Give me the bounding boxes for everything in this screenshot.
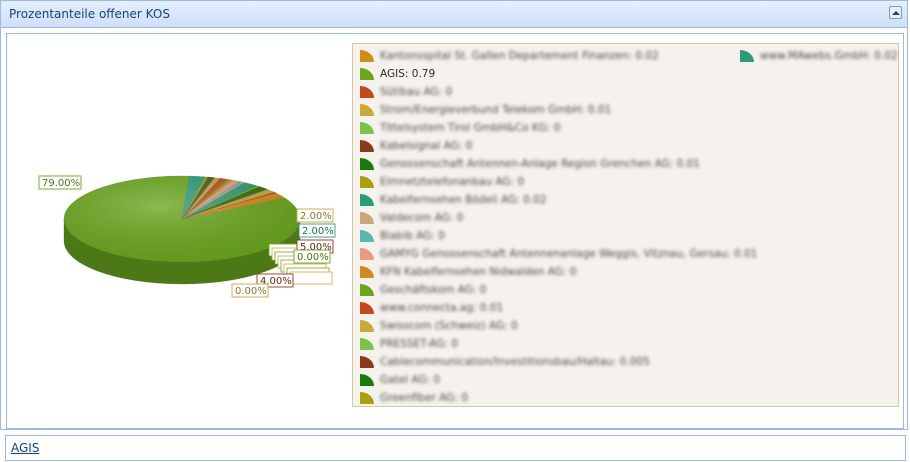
chart-area: 79.00% 2.00% 2.00% 5.00% 0.00% 4.00% 0.00% Kan… bbox=[6, 33, 904, 429]
legend-swatch-icon bbox=[360, 320, 374, 332]
chevron-up-icon bbox=[892, 11, 900, 15]
pie-chart: 79.00%2.00%2.00%5.00%0.00%4.00%0.00% bbox=[38, 175, 336, 298]
legend-swatch-icon bbox=[360, 176, 374, 188]
legend-label: Kabelsignal AG: 0 bbox=[380, 140, 473, 152]
legend-swatch-icon bbox=[360, 194, 374, 206]
legend-label: Swisscom (Schweiz) AG: 0 bbox=[380, 320, 518, 332]
legend-label: Gatel AG: 0 bbox=[380, 374, 441, 386]
legend-label: KFN Kabelfernsehen Nidwalden AG: 0 bbox=[380, 266, 577, 278]
legend-label: Elmnetztelefonanbau AG: 0 bbox=[380, 176, 525, 188]
legend-label: AGIS: 0.79 bbox=[380, 68, 436, 80]
legend-label: Kabelfernsehen Bödeli AG: 0.02 bbox=[380, 194, 547, 206]
data-label: 2.00% bbox=[300, 211, 332, 222]
legend-swatch-icon bbox=[360, 374, 374, 386]
legend-swatch-icon bbox=[360, 86, 374, 98]
legend-swatch-icon bbox=[360, 68, 374, 80]
legend-swatch-icon bbox=[360, 104, 374, 116]
legend-label: Tittelsystem Tirol GmbH&Co KG: 0 bbox=[380, 122, 561, 134]
legend-label: Kantonsspital St. Gallen Departement Fin… bbox=[380, 50, 659, 62]
panel-header: Prozentanteile offener KOS bbox=[1, 1, 907, 28]
agis-link[interactable]: AGIS bbox=[11, 441, 39, 455]
legend-label: Greenfiber AG: 0 bbox=[380, 392, 468, 404]
legend-swatch-icon bbox=[360, 140, 374, 152]
legend-swatch-icon bbox=[360, 50, 374, 62]
legend-swatch-icon bbox=[360, 158, 374, 170]
legend-label: PRESSET-AG: 0 bbox=[380, 338, 458, 350]
legend-swatch-icon bbox=[360, 302, 374, 314]
legend-swatch-icon bbox=[360, 212, 374, 224]
legend-swatch-icon bbox=[360, 392, 374, 404]
chart-panel: Prozentanteile offener KOS 79.00% 2.00% 2.… bbox=[0, 0, 908, 430]
legend-label: Cablecommunication/Investitionsbau/Halta… bbox=[380, 356, 650, 368]
legend-label: Sütibau AG: 0 bbox=[380, 86, 453, 98]
legend-swatch-icon bbox=[740, 50, 754, 62]
data-label: 2.00% bbox=[302, 226, 334, 237]
legend-label: Strom/Energieverbund Telekom GmbH: 0.01 bbox=[380, 104, 612, 116]
legend-swatch-icon bbox=[360, 338, 374, 350]
legend-label: Valdecom AG: 0 bbox=[380, 212, 464, 224]
legend-label: Biabib AG: 0 bbox=[380, 230, 445, 242]
data-label: 0.00% bbox=[235, 286, 267, 297]
data-label: 79.00% bbox=[42, 178, 80, 189]
pie-top bbox=[63, 175, 301, 263]
data-label: 0.00% bbox=[297, 252, 329, 263]
legend-swatch-icon bbox=[360, 284, 374, 296]
overlapping-label-box bbox=[289, 271, 333, 285]
panel-title: Prozentanteile offener KOS bbox=[9, 7, 170, 21]
legend-label: www.MAwebs.GmbH: 0.02 bbox=[760, 50, 898, 62]
legend-label: GAMYG Genossenschaft Antennenanlage Wegg… bbox=[380, 248, 758, 260]
legend-swatch-icon bbox=[360, 230, 374, 242]
legend-swatch-icon bbox=[360, 356, 374, 368]
legend-label: Genossenschaft Antennen-Anlage Region Gr… bbox=[380, 158, 700, 170]
legend-label: Geschäftskom AG: 0 bbox=[380, 284, 487, 296]
collapse-button[interactable] bbox=[889, 6, 902, 19]
footer-bar: AGIS bbox=[5, 435, 906, 461]
legend-swatch-icon bbox=[360, 248, 374, 260]
legend-swatch-icon bbox=[360, 266, 374, 278]
legend-label: www.connecta.ag: 0.01 bbox=[380, 302, 504, 314]
legend-swatch-icon bbox=[360, 122, 374, 134]
chart-legend: Kantonsspital St. Gallen Departement Fin… bbox=[352, 43, 899, 407]
